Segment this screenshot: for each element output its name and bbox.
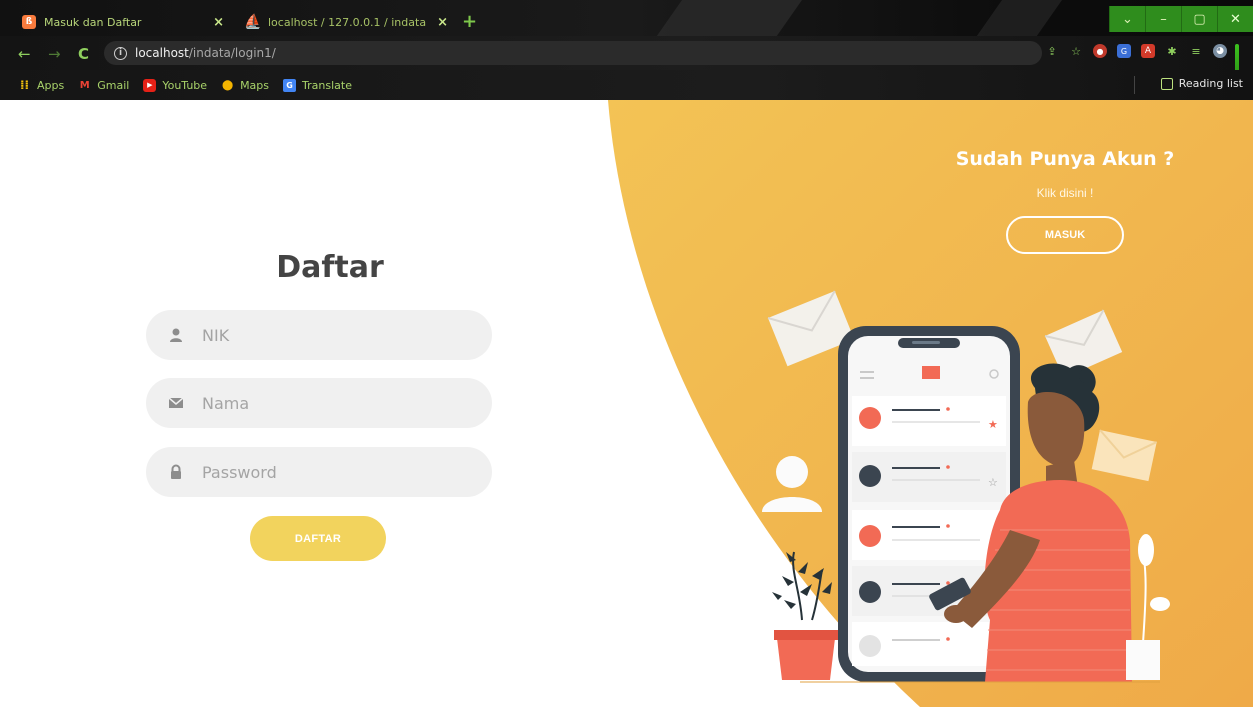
gmail-icon: M: [79, 79, 90, 91]
maps-pin-icon: ⬤: [221, 79, 234, 91]
xampp-icon: ß: [22, 15, 36, 29]
apps-grid-icon: ⁞⁞: [19, 78, 30, 92]
minimize-button[interactable]: –: [1145, 6, 1181, 32]
phpmyadmin-icon: ⛵: [244, 14, 262, 30]
puzzle-icon[interactable]: ✱: [1165, 44, 1179, 58]
reading-list-icon: [1160, 77, 1173, 90]
extension-icon[interactable]: ●: [1093, 44, 1107, 58]
close-tab-icon[interactable]: ×: [437, 15, 448, 30]
daftar-button[interactable]: DAFTAR: [250, 516, 386, 561]
signup-title: Daftar: [276, 250, 384, 285]
url-host: localhost: [135, 46, 189, 60]
window-close-button[interactable]: ✕: [1217, 6, 1253, 32]
have-account-heading: Sudah Punya Akun ?: [955, 148, 1175, 170]
new-tab-button[interactable]: +: [462, 11, 477, 32]
youtube-icon: ▶: [143, 78, 157, 92]
masuk-button[interactable]: MASUK: [1006, 216, 1124, 254]
window-controls: ⌄ – ▢ ✕: [1109, 6, 1253, 32]
svg-text:★: ★: [988, 418, 998, 431]
back-button[interactable]: ←: [18, 45, 31, 63]
translate-extension-icon[interactable]: G: [1117, 44, 1131, 58]
reload-button[interactable]: C: [78, 45, 89, 63]
svg-text:☆: ☆: [988, 476, 998, 489]
envelope-icon: [168, 395, 184, 411]
tab-title: localhost / 127.0.0.1 / indata | ph: [268, 15, 429, 29]
address-bar[interactable]: i localhost/indata/login1/: [104, 41, 1042, 65]
profile-avatar-icon[interactable]: ◕: [1213, 44, 1227, 58]
user-icon: [168, 327, 184, 343]
share-icon[interactable]: ⇪: [1045, 44, 1059, 58]
site-info-icon[interactable]: i: [114, 46, 127, 60]
password-input[interactable]: [202, 462, 462, 482]
maximize-button[interactable]: ▢: [1181, 6, 1217, 32]
tab-phpmyadmin[interactable]: ⛵ localhost / 127.0.0.1 / indata | ph ×: [236, 7, 458, 37]
bookmark-star-icon[interactable]: ☆: [1069, 44, 1083, 58]
reading-mode-icon[interactable]: ≡: [1189, 44, 1203, 58]
bookmark-maps[interactable]: ⬤ Maps: [221, 79, 269, 92]
page-content: ★ ☆ Daftar NIK Nama DAFTAR Sudah Punya A…: [0, 100, 1253, 707]
tab-search-button[interactable]: ⌄: [1109, 6, 1145, 32]
url-path: /indata/login1/: [188, 46, 276, 60]
tab-title: Masuk dan Daftar: [44, 15, 142, 29]
translate-icon: G: [283, 78, 297, 92]
bookmark-youtube[interactable]: ▶ YouTube: [143, 78, 207, 92]
nama-input[interactable]: [202, 393, 462, 413]
lock-icon: [168, 464, 184, 480]
nik-input[interactable]: [202, 325, 462, 345]
tab-masuk-dan-daftar[interactable]: ß Masuk dan Daftar ×: [12, 7, 234, 37]
bookmark-apps[interactable]: ⁞⁞ Apps: [18, 78, 64, 92]
nama-field[interactable]: [146, 378, 492, 428]
bookmark-gmail[interactable]: M Gmail: [78, 79, 130, 92]
forward-button[interactable]: →: [48, 45, 61, 63]
pdf-extension-icon[interactable]: A: [1141, 44, 1155, 58]
bookmarks-bar: ⁞⁞ Apps M Gmail ▶ YouTube ⬤ Maps G Trans…: [0, 70, 1253, 100]
password-field[interactable]: [146, 447, 492, 497]
click-here-text: Klik disini !: [1036, 186, 1094, 200]
extensions-area: ⇪ ☆ ● G A ✱ ≡ ◕: [1045, 44, 1227, 58]
nik-field[interactable]: [146, 310, 492, 360]
close-tab-icon[interactable]: ×: [213, 15, 224, 30]
reading-list-button[interactable]: Reading list: [1160, 77, 1243, 90]
bookmark-translate[interactable]: G Translate: [283, 78, 352, 92]
